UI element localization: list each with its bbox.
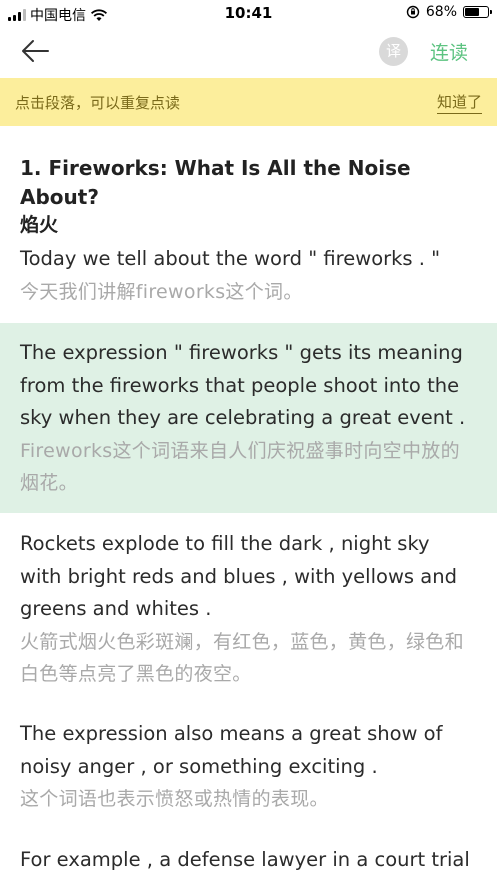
article-title: 1. Fireworks: What Is All the Noise Abou… (20, 154, 480, 238)
paragraph-chinese: 这个词语也表示愤怒或热情的表现。 (20, 788, 329, 810)
paragraph-english: For example , a defense lawyer in a cour… (20, 848, 470, 871)
continuous-read-button[interactable]: 连读 (430, 38, 468, 65)
battery-percent: 68% (425, 4, 457, 20)
translate-button[interactable]: 译 (379, 37, 408, 66)
battery-level (465, 8, 479, 16)
paragraph-english: Rockets explode to fill the dark , night… (20, 532, 457, 620)
paragraph-chinese: 今天我们讲解fireworks这个词。 (20, 280, 303, 303)
back-arrow-icon[interactable] (18, 36, 52, 66)
nav-bar: 译 连读 (0, 26, 497, 76)
status-bar: 中国电信 10:41 68% (0, 0, 497, 26)
paragraph-english: Today we tell about the word " fireworks… (20, 247, 441, 270)
paragraph-1[interactable]: Today we tell about the word " fireworks… (0, 243, 497, 308)
article-title-en: 1. Fireworks: What Is All the Noise Abou… (20, 156, 411, 209)
paragraph-5[interactable]: For example , a defense lawyer in a cour… (0, 844, 497, 877)
paragraph-chinese: Fireworks这个词语来自人们庆祝盛事时向空中放的烟花。 (20, 439, 460, 495)
paragraph-4[interactable]: The expression also means a great show o… (0, 718, 497, 816)
paragraph-english: The expression also means a great show o… (20, 722, 443, 778)
tip-dismiss-link[interactable]: 知道了 (436, 91, 482, 114)
orientation-lock-icon (406, 5, 420, 19)
status-right: 68% (406, 4, 492, 20)
paragraph-chinese: 火箭式烟火色彩斑斓，有红色，蓝色，黄色，绿色和白色等点亮了黑色的夜空。 (20, 630, 464, 686)
battery-icon (463, 6, 492, 18)
paragraph-3[interactable]: Rockets explode to fill the dark , night… (0, 528, 497, 691)
paragraph-2-highlighted[interactable]: The expression " fireworks " gets its me… (0, 323, 497, 513)
tip-text: 点击段落，可以重复点读 (15, 94, 181, 112)
tip-banner: 点击段落，可以重复点读 知道了 (0, 78, 497, 126)
paragraph-english: The expression " fireworks " gets its me… (20, 341, 466, 429)
article-title-zh: 焰火 (20, 214, 59, 236)
